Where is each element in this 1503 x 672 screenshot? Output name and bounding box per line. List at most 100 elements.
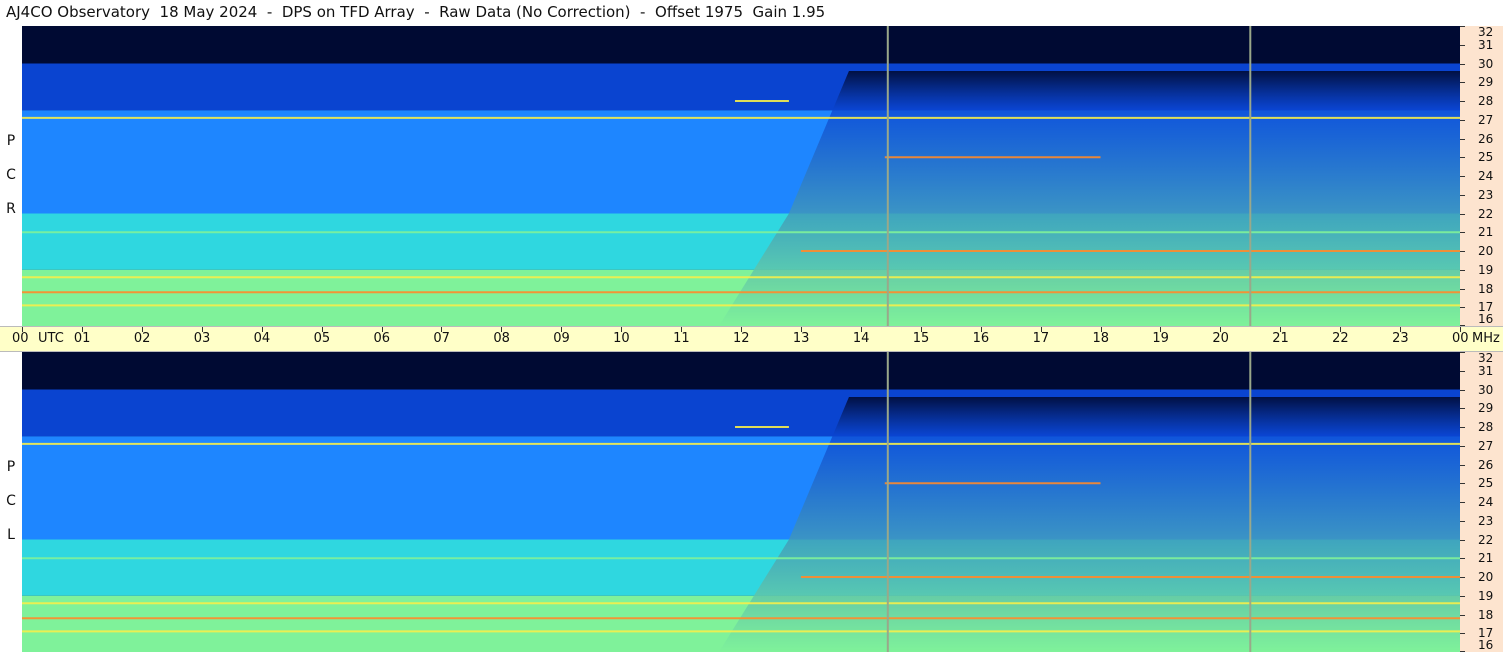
rcp-freq-tick-20 [1460,251,1465,252]
utc-tick-label-22: 22 [1332,331,1349,346]
lcp-freq-label-28: 28 [1478,420,1494,434]
lcp-freq-tick-31 [1460,370,1465,372]
lcp-freq-tick-17 [1460,633,1465,635]
utc-tick-label-14: 14 [852,331,870,346]
lcp-letter-3: L [7,527,15,543]
rcp-freq-label-27: 27 [1478,112,1494,127]
lcp-freq-label-16: 16 [1478,638,1494,652]
rcp-freq-tick-22 [1460,213,1465,215]
time-marker-1 [1249,26,1252,326]
rcp-frequency-axis: 32 31 30 29 28 27 26 25 24 23 22 21 20 19 18 17 16 [1460,26,1503,326]
background-band-0 [22,352,1460,390]
rcp-freq-label-25: 25 [1478,150,1494,165]
utc-tick-label-1: 01 [73,331,91,346]
rcp-freq-label-18: 18 [1478,281,1494,296]
utc-tick-label-10: 10 [613,331,630,346]
utc-tick-label-3: 03 [193,331,211,346]
rcp-freq-tick-18 [1460,288,1465,290]
lcp-freq-tick-32 [1460,352,1465,353]
utc-tick-23 [1400,327,1402,332]
rcp-freq-label-24: 24 [1478,169,1494,183]
utc-tick-label-8: 08 [493,331,510,346]
rcp-freq-label-19: 19 [1478,262,1494,277]
emission-line-6 [22,630,1460,633]
emission-line-2 [22,557,1460,560]
utc-tick-4 [261,327,263,332]
lcp-freq-label-20: 20 [1478,570,1494,584]
utc-time-axis: 00 01 02 03 04 05 06 07 08 09 10 11 12 13 14 15 16 17 18 19… [0,326,1503,352]
lcp-freq-label-32: 32 [1478,351,1494,365]
rcp-freq-tick-29 [1460,82,1465,84]
emission-line-3 [800,576,1460,578]
utc-tick-6 [381,327,383,332]
emission-line-5 [22,291,1460,294]
utc-tick-1 [81,327,83,332]
rcp-letter-3: R [6,201,16,217]
time-marker-1 [1249,352,1252,652]
lcp-freq-tick-18 [1460,614,1465,616]
lcp-freq-label-31: 31 [1478,363,1494,378]
lcp-freq-tick-24 [1460,502,1465,503]
rcp-freq-tick-30 [1460,63,1465,65]
utc-tick-7 [441,327,443,332]
utc-tick-2 [141,327,143,332]
lcp-freq-tick-29 [1460,408,1465,410]
utc-tick-19 [1160,327,1162,332]
utc-tick-label-4: 04 [253,331,271,346]
utc-tick-22 [1340,327,1342,332]
utc-tick-14 [860,327,862,332]
lcp-freq-tick-16 [1460,651,1465,652]
rcp-freq-tick-19 [1460,269,1465,271]
utc-tick-label-16: 16 [972,331,990,346]
rcp-spectrogram-svg [22,26,1460,326]
lcp-freq-label-24: 24 [1478,495,1494,509]
lcp-freq-tick-30 [1460,389,1465,391]
rcp-letter-1: P [6,133,16,149]
utc-tick-label-11: 11 [673,331,690,346]
rcp-freq-label-30: 30 [1478,56,1494,71]
lcp-freq-label-19: 19 [1478,588,1494,603]
utc-tick-11 [681,327,683,332]
utc-tick-label-5: 05 [313,331,331,346]
utc-tick-label-24: 00 [1452,331,1469,346]
rcp-freq-tick-31 [1460,44,1465,46]
lcp-letter-2: C [6,493,16,509]
utc-tick-label-21: 21 [1272,331,1289,346]
chart-title: AJ4CO Observatory 18 May 2024 - DPS on T… [6,3,826,21]
rcp-freq-tick-26 [1460,138,1465,140]
lcp-freq-label-23: 23 [1478,513,1494,528]
lcp-freq-tick-19 [1460,595,1465,597]
rcp-letter-2: C [6,167,16,183]
utc-tick-label-20: 20 [1212,331,1229,346]
rcp-spectrogram [22,26,1460,326]
lcp-freq-label-21: 21 [1478,551,1494,566]
time-marker-0 [886,26,889,326]
rcp-freq-tick-32 [1460,26,1465,27]
utc-tick-15 [920,327,922,332]
rcp-freq-label-23: 23 [1478,187,1494,202]
emission-line-1 [884,482,1101,485]
time-marker-0 [886,352,889,652]
emission-line-7 [735,100,789,102]
utc-tick-label-2: 02 [133,331,151,346]
lcp-freq-label-27: 27 [1478,438,1494,453]
lcp-frequency-axis: 32 31 30 29 28 27 26 25 24 23 22 21 20 19 18 17 16 [1460,352,1503,652]
emission-line-4 [22,276,1460,279]
lcp-freq-tick-23 [1460,520,1465,522]
utc-tick-label-23: 23 [1392,331,1409,346]
utc-tick-label-18: 18 [1092,331,1110,346]
rcp-label-strip: P C R [0,26,22,326]
utc-tick-21 [1280,327,1282,332]
utc-tick-12 [741,327,742,332]
rcp-freq-label-22: 22 [1478,206,1494,221]
utc-tick-label-15: 15 [912,331,930,346]
utc-tick-0 [22,327,23,332]
rcp-freq-tick-25 [1460,157,1465,159]
emission-line-5 [22,617,1460,620]
emission-line-0 [22,442,1460,445]
background-band-0 [22,26,1460,64]
emission-line-6 [22,304,1460,307]
rcp-freq-tick-24 [1460,176,1465,177]
rcp-freq-tick-27 [1460,119,1465,121]
emission-line-7 [735,426,789,428]
